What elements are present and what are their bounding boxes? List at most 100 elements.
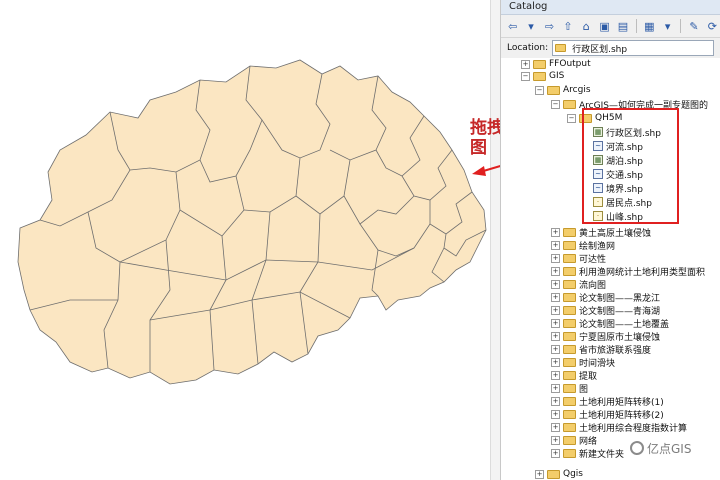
views-icon[interactable]: ▦ (642, 18, 657, 34)
tree-item-folder[interactable]: + 流向图 (551, 278, 607, 291)
tree-item-folder[interactable]: + 宁夏固原市土壤侵蚀 (551, 330, 661, 343)
tree-item-folder[interactable]: + 提取 (551, 369, 598, 382)
tree-item-folder[interactable]: + 新建文件夹 (551, 447, 624, 460)
folder-icon (579, 113, 592, 123)
expand-icon[interactable]: + (551, 383, 560, 393)
shapefile-item[interactable]: ~ 河流.shp (593, 140, 643, 153)
tree-item-folder[interactable]: + 论文制图——黑龙江 (551, 291, 660, 304)
tree-item-gis[interactable]: − GIS (521, 70, 564, 82)
folder-icon (563, 370, 576, 380)
expand-icon[interactable]: + (551, 240, 560, 250)
tree-item-folder[interactable]: + 网络 (551, 434, 597, 447)
expand-icon[interactable]: + (551, 305, 560, 315)
tree-item-folder[interactable]: + 时间滑块 (551, 356, 615, 369)
tree-item-folder[interactable]: + 利用渔网统计土地利用类型面积 (551, 265, 706, 278)
map-view[interactable] (0, 0, 500, 480)
tree-item-qh5m[interactable]: − QH5M (567, 112, 622, 124)
qinghai-province-map (17, 59, 487, 385)
folder-icon (563, 409, 576, 419)
expand-icon[interactable]: + (535, 469, 544, 479)
shapefile-item[interactable]: ~ 交通.shp (593, 168, 643, 181)
tree-item-folder[interactable]: + 绘制渔网 (551, 239, 616, 252)
options-icon[interactable]: ✎ (686, 18, 701, 34)
tree-item-label: 绘制渔网 (579, 241, 616, 252)
tree-item-label: 土地利用矩阵转移(2) (579, 410, 664, 421)
refresh-icon[interactable]: ⟳ (705, 18, 720, 34)
map-region-outline (17, 59, 487, 385)
folder-icon (555, 44, 567, 52)
tree-item-qgis[interactable]: + Qgis (535, 468, 583, 480)
disconnect-icon[interactable]: ▤ (615, 18, 630, 34)
folder-icon (533, 59, 546, 69)
location-input[interactable]: 行政区划.shp (552, 40, 714, 56)
folder-icon (563, 357, 576, 367)
expand-icon[interactable]: + (551, 396, 560, 406)
watermark-logo-icon (630, 441, 644, 455)
toolbar-separator (635, 19, 637, 33)
tree-item-label: 利用渔网统计土地利用类型面积 (579, 267, 706, 278)
shapefile-item[interactable]: ▦ 行政区划.shp (593, 126, 661, 139)
shapefile-label: 河流.shp (606, 142, 643, 153)
folder-icon (563, 331, 576, 341)
up-folder-icon[interactable]: ⇧ (560, 18, 575, 34)
catalog-tree: + FFOutput − GIS − Arcgis − ArcGIS—如何完成一… (501, 58, 720, 480)
tree-item-folder[interactable]: + 可达性 (551, 252, 606, 265)
tree-item-ffoutput[interactable]: + FFOutput (521, 58, 591, 70)
folder-icon (547, 85, 560, 95)
expand-icon[interactable]: + (551, 409, 560, 419)
folder-icon (563, 253, 576, 263)
expand-icon[interactable]: + (551, 292, 560, 302)
collapse-icon[interactable]: − (521, 71, 530, 81)
expand-icon[interactable]: + (551, 357, 560, 367)
tree-item-arcgis[interactable]: − Arcgis (535, 84, 591, 96)
shapefile-item[interactable]: ~ 境界.shp (593, 182, 643, 195)
tree-item-label: 土地利用综合程度指数计算 (579, 423, 688, 434)
back-icon[interactable]: ⇦ (505, 18, 520, 34)
expand-icon[interactable]: + (551, 448, 560, 458)
tree-item-label: Arcgis (563, 85, 591, 95)
tree-item-folder[interactable]: + 黄土高原土壤侵蚀 (551, 226, 651, 239)
dropdown-icon[interactable]: ▾ (660, 18, 675, 34)
tree-item-folder[interactable]: + 土地利用综合程度指数计算 (551, 421, 688, 434)
dropdown-icon[interactable]: ▾ (523, 18, 538, 34)
tree-item-label: 论文制图——青海湖 (579, 306, 661, 317)
expand-icon[interactable]: + (551, 266, 560, 276)
tree-item-folder[interactable]: + 土地利用矩阵转移(1) (551, 395, 664, 408)
forward-icon[interactable]: ⇨ (542, 18, 557, 34)
folder-icon (563, 344, 576, 354)
shapefile-item[interactable]: · 居民点.shp (593, 196, 652, 209)
shapefile-item[interactable]: ▦ 湖泊.shp (593, 154, 643, 167)
expand-icon[interactable]: + (551, 318, 560, 328)
tree-item-folder[interactable]: + 土地利用矩阵转移(2) (551, 408, 664, 421)
tree-item-folder[interactable]: + 论文制图——土地覆盖 (551, 317, 669, 330)
tree-item-label: 提取 (579, 371, 598, 382)
expand-icon[interactable]: + (521, 59, 530, 69)
folder-icon (563, 240, 576, 250)
tree-item-label: 宁夏固原市土壤侵蚀 (579, 332, 661, 343)
tree-item-folder[interactable]: + 图 (551, 382, 588, 395)
tree-item-label: 流向图 (579, 280, 607, 291)
map-scrollbar[interactable] (490, 0, 500, 480)
tree-item-label: ArcGIS—如何完成一副专题图的 (579, 100, 708, 111)
shapefile-label: 境界.shp (606, 184, 643, 195)
home-icon[interactable]: ⌂ (579, 18, 594, 34)
tree-item-arcgis-sub[interactable]: − ArcGIS—如何完成一副专题图的 (551, 98, 708, 111)
collapse-icon[interactable]: − (535, 85, 544, 95)
tree-item-folder[interactable]: + 论文制图——青海湖 (551, 304, 661, 317)
connect-folder-icon[interactable]: ▣ (597, 18, 612, 34)
collapse-icon[interactable]: − (551, 99, 560, 109)
shapefile-label: 交通.shp (606, 170, 643, 181)
expand-icon[interactable]: + (551, 331, 560, 341)
watermark: 亿点GIS (630, 440, 691, 457)
expand-icon[interactable]: + (551, 253, 560, 263)
expand-icon[interactable]: + (551, 422, 560, 432)
line-shapefile-icon: ~ (593, 141, 603, 151)
expand-icon[interactable]: + (551, 370, 560, 380)
expand-icon[interactable]: + (551, 279, 560, 289)
expand-icon[interactable]: + (551, 435, 560, 445)
tree-item-folder[interactable]: + 省市旅游联系强度 (551, 343, 651, 356)
expand-icon[interactable]: + (551, 344, 560, 354)
collapse-icon[interactable]: − (567, 113, 576, 123)
expand-icon[interactable]: + (551, 227, 560, 237)
shapefile-item[interactable]: · 山峰.shp (593, 210, 643, 223)
